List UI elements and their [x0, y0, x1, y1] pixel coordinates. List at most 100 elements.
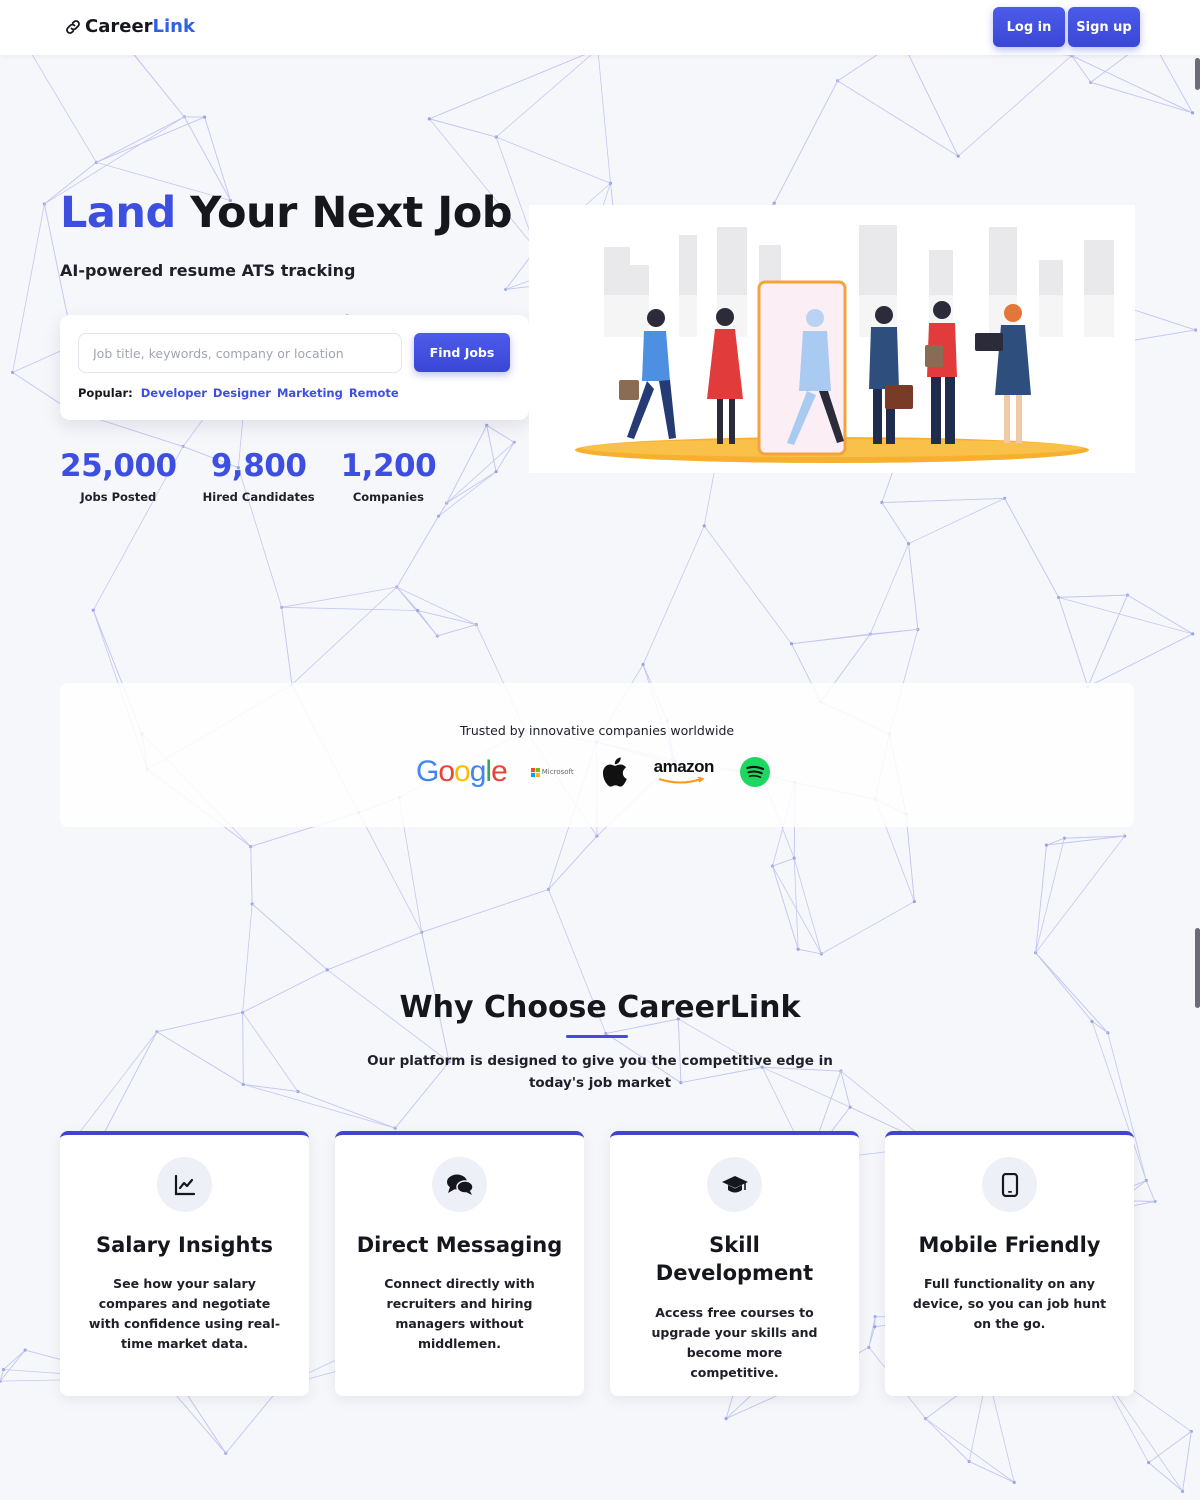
network-line — [281, 606, 418, 611]
card-title: Direct Messaging — [356, 1233, 563, 1257]
hero-subtitle: AI-powered resume ATS tracking — [60, 261, 356, 280]
find-jobs-button[interactable]: Find Jobs — [414, 333, 510, 372]
network-line — [1087, 633, 1193, 688]
network-line — [243, 1083, 298, 1092]
network-line — [1090, 81, 1193, 114]
company-logos: Google Microsoft amazon — [416, 755, 770, 789]
network-line — [182, 1388, 227, 1454]
network-line — [437, 624, 477, 637]
network-line — [495, 48, 599, 138]
feature-card-salary-insights[interactable]: Salary Insights See how your salary comp… — [60, 1131, 309, 1396]
network-line — [281, 607, 293, 685]
network-node — [724, 1417, 728, 1421]
network-line — [793, 858, 822, 954]
amazon-smile-icon — [658, 777, 705, 784]
popular-label: Popular: — [78, 386, 133, 400]
chart-line-icon — [157, 1157, 212, 1212]
job-search-card: Find Jobs Popular: Developer Designer Ma… — [60, 315, 529, 420]
network-line — [925, 1418, 970, 1462]
network-line — [396, 586, 418, 611]
network-line — [791, 629, 918, 645]
network-node — [789, 642, 794, 646]
network-node — [494, 470, 498, 474]
network-line — [1035, 845, 1047, 953]
network-line — [798, 948, 822, 955]
careerlink-logo[interactable]: Career Link — [64, 16, 195, 37]
hero-illustration — [529, 205, 1135, 473]
network-line — [156, 1031, 244, 1085]
network-node — [641, 662, 645, 667]
network-line — [429, 48, 598, 120]
network-line — [869, 543, 909, 635]
signup-button[interactable]: Sign up — [1068, 7, 1140, 47]
network-line — [291, 586, 397, 685]
network-node — [906, 542, 911, 546]
network-line — [251, 903, 328, 971]
trusted-text: Trusted by innovative companies worldwid… — [459, 723, 735, 738]
network-line — [773, 80, 839, 204]
network-line — [486, 425, 497, 472]
network-line — [957, 55, 1072, 157]
mobile-phone-icon — [982, 1157, 1037, 1212]
scrollbar-thumb[interactable] — [1195, 58, 1200, 90]
network-line — [772, 865, 822, 955]
card-title: Skill Development — [655, 1233, 814, 1285]
network-node — [873, 1325, 877, 1329]
feature-card-skill-development[interactable]: Skill Development Access free courses to… — [610, 1131, 859, 1396]
stat-value: 9,800 — [210, 448, 307, 484]
feature-card-direct-messaging[interactable]: Direct Messaging Connect directly with r… — [335, 1131, 584, 1396]
popular-tag-developer[interactable]: Developer — [141, 386, 207, 400]
stat-value: 1,200 — [340, 448, 437, 484]
stat-hired-candidates: 9,800 Hired Candidates — [203, 448, 315, 504]
network-node — [1191, 632, 1195, 636]
network-line — [396, 515, 439, 588]
logo-text-link: Link — [152, 16, 195, 37]
popular-tag-remote[interactable]: Remote — [349, 386, 399, 400]
logo-text-career: Career — [85, 16, 153, 37]
why-section-title: Why Choose CareerLink — [399, 990, 801, 1025]
hero-stats: 25,000 Jobs Posted 9,800 Hired Candidate… — [60, 448, 462, 504]
network-line — [1071, 55, 1092, 83]
network-line — [868, 1326, 876, 1348]
network-line — [1035, 838, 1065, 953]
network-node — [427, 117, 431, 121]
network-line — [327, 931, 422, 971]
network-node — [416, 608, 420, 613]
network-line — [429, 118, 497, 138]
network-node — [1012, 1480, 1016, 1484]
network-line — [1058, 597, 1089, 687]
network-node — [796, 947, 800, 951]
network-line — [1004, 498, 1060, 598]
card-title: Mobile Friendly — [918, 1233, 1101, 1257]
site-header: Career Link Log in Sign up — [0, 0, 1200, 55]
network-line — [968, 1461, 1015, 1483]
network-line — [438, 502, 448, 517]
stat-value: 25,000 — [60, 448, 177, 484]
login-button[interactable]: Log in — [993, 7, 1065, 47]
network-line — [3, 1349, 26, 1370]
network-line — [597, 49, 611, 184]
network-line — [881, 497, 1005, 503]
title-underline — [566, 1035, 628, 1038]
spotify-logo — [739, 757, 770, 787]
network-node — [912, 899, 916, 904]
network-line — [495, 442, 515, 472]
network-line — [1071, 55, 1193, 114]
network-line — [96, 116, 185, 163]
network-line — [250, 846, 253, 904]
stat-label: Hired Candidates — [202, 490, 315, 504]
popular-tag-marketing[interactable]: Marketing — [277, 386, 343, 400]
popular-tag-designer[interactable]: Designer — [213, 386, 271, 400]
scrollbar-thumb-secondary[interactable] — [1195, 928, 1200, 1008]
network-line — [1148, 1431, 1192, 1463]
hero-title: Land Your Next Job — [60, 188, 513, 238]
feature-card-mobile-friendly[interactable]: Mobile Friendly Full functionality on an… — [885, 1131, 1134, 1396]
network-node — [956, 154, 960, 158]
network-line — [396, 586, 477, 626]
job-search-input[interactable] — [78, 333, 402, 373]
network-node — [1190, 111, 1195, 115]
network-line — [548, 835, 598, 890]
network-line — [0, 1349, 26, 1382]
network-line — [1058, 597, 1193, 635]
network-line — [703, 525, 792, 644]
